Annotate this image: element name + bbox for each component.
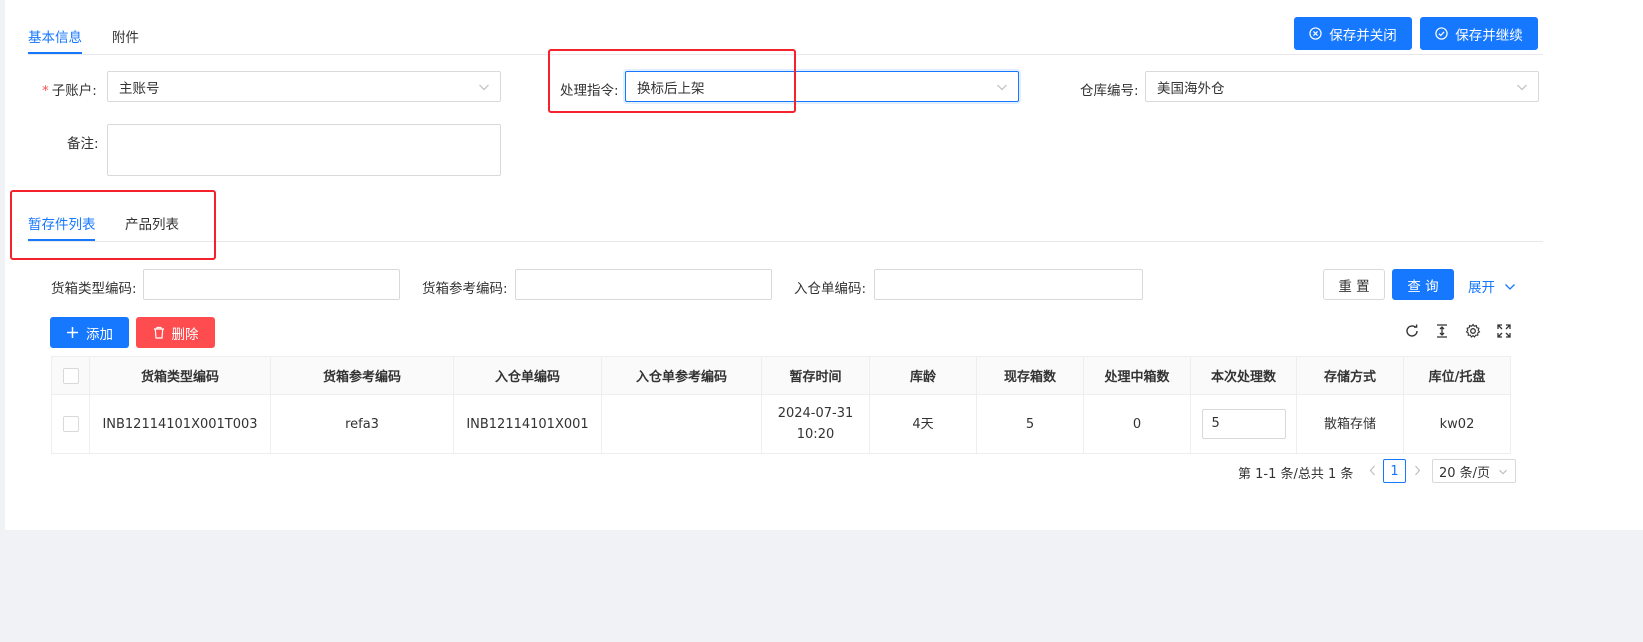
refresh-icon[interactable]: [1404, 323, 1420, 343]
column-header: 入仓单编码: [453, 356, 602, 395]
pagination-summary: 第 1-1 条/总共 1 条: [1238, 467, 1354, 482]
tab-product-list[interactable]: 产品列表: [125, 213, 179, 233]
add-button[interactable]: 添加: [50, 317, 129, 348]
table-header-row: 货箱类型编码 货箱参考编码 入仓单编码 入仓单参考编码 暂存时间 库龄 现存箱数…: [51, 356, 1511, 395]
sub-account-label: * 子账户:: [42, 83, 97, 99]
expand-label: 展开: [1468, 280, 1495, 296]
save-close-label: 保存并关闭: [1329, 27, 1397, 44]
expand-toggle[interactable]: 展开: [1468, 276, 1516, 296]
row-select-cell[interactable]: [51, 394, 90, 454]
add-label: 添加: [86, 326, 113, 343]
chevron-down-icon: [996, 81, 1008, 97]
chevron-down-icon: [1498, 466, 1508, 481]
box-type-code-cell: INB12114101X001T003: [89, 394, 271, 454]
table-row: INB12114101X001T003 refa3 INB12114101X00…: [51, 394, 1511, 454]
chevron-down-icon: [478, 81, 490, 97]
age-cell: 4天: [869, 394, 977, 454]
setting-icon[interactable]: [1465, 323, 1481, 343]
column-header: 暂存时间: [761, 356, 870, 395]
plus-icon: [66, 326, 79, 339]
main-panel: 基本信息 附件 保存并关闭 保存并继续 * 子账户: 主账号 处理指令: 换标后上…: [5, 0, 1643, 530]
inbound-ref-code-cell: [601, 394, 762, 454]
select-all-cell[interactable]: [51, 356, 90, 395]
close-circle-icon: [1309, 27, 1322, 40]
delete-button[interactable]: 删除: [136, 317, 215, 348]
save-close-button[interactable]: 保存并关闭: [1294, 17, 1412, 50]
remark-textarea[interactable]: [107, 124, 501, 176]
warehouse-select[interactable]: 美国海外仓: [1145, 71, 1539, 102]
staging-table: 货箱类型编码 货箱参考编码 入仓单编码 入仓单参考编码 暂存时间 库龄 现存箱数…: [51, 356, 1511, 454]
check-circle-icon: [1435, 27, 1448, 40]
box-type-code-input[interactable]: [143, 269, 400, 300]
select-all-checkbox[interactable]: [62, 367, 79, 384]
inbound-code-input[interactable]: [874, 269, 1143, 300]
remark-label: 备注:: [67, 136, 99, 152]
sub-account-select[interactable]: 主账号: [107, 71, 501, 102]
list-tab-divider: [28, 241, 1543, 242]
reset-button[interactable]: 重 置: [1323, 269, 1385, 300]
warehouse-label: 仓库编号:: [1080, 83, 1139, 99]
staging-date: 2024-07-31: [777, 406, 854, 421]
column-header: 本次处理数: [1190, 356, 1297, 395]
search-button[interactable]: 查 询: [1392, 269, 1454, 300]
box-ref-code-cell: refa3: [270, 394, 454, 454]
column-header: 库位/托盘: [1403, 356, 1511, 395]
inbound-code-cell: INB12114101X001: [453, 394, 602, 454]
page-size-select[interactable]: 20 条/页: [1432, 459, 1516, 483]
instruction-select[interactable]: 换标后上架: [625, 71, 1019, 102]
column-header: 库龄: [869, 356, 977, 395]
this-process-cell: 5: [1190, 394, 1297, 454]
column-height-icon[interactable]: [1434, 323, 1450, 343]
sub-account-value: 主账号: [119, 80, 160, 97]
location-cell: kw02: [1403, 394, 1511, 454]
staging-time-cell: 2024-07-31 10:20: [761, 394, 870, 454]
row-checkbox[interactable]: [62, 416, 79, 432]
delete-label: 删除: [171, 326, 199, 343]
instruction-label: 处理指令:: [560, 83, 619, 99]
this-process-input[interactable]: 5: [1201, 409, 1286, 439]
storage-cell: 散箱存储: [1296, 394, 1404, 454]
chevron-right-icon[interactable]: [1413, 465, 1422, 480]
chevron-down-icon: [1516, 81, 1528, 97]
trash-icon: [153, 326, 165, 339]
chevron-left-icon[interactable]: [1368, 465, 1377, 480]
box-type-code-label: 货箱类型编码:: [51, 281, 137, 297]
column-header: 现存箱数: [976, 356, 1084, 395]
tab-attachments[interactable]: 附件: [112, 26, 139, 46]
required-mark: *: [42, 83, 49, 99]
tab-divider: [28, 54, 1543, 55]
column-header: 入仓单参考编码: [601, 356, 762, 395]
processing-boxes-cell: 0: [1083, 394, 1191, 454]
inbound-code-label: 入仓单编码:: [794, 281, 867, 297]
save-continue-label: 保存并继续: [1455, 27, 1523, 44]
tab-staging-list[interactable]: 暂存件列表: [28, 213, 96, 233]
page-size-value: 20 条/页: [1439, 465, 1491, 481]
box-ref-code-label: 货箱参考编码:: [422, 281, 508, 297]
column-header: 货箱类型编码: [89, 356, 271, 395]
box-ref-code-input[interactable]: [515, 269, 772, 300]
column-header: 存储方式: [1296, 356, 1404, 395]
column-header: 处理中箱数: [1083, 356, 1191, 395]
instruction-value: 换标后上架: [637, 80, 705, 97]
fullscreen-icon[interactable]: [1496, 323, 1512, 343]
staging-clock: 10:20: [796, 427, 835, 442]
column-header: 货箱参考编码: [270, 356, 454, 395]
stock-boxes-cell: 5: [976, 394, 1084, 454]
chevron-down-icon: [1504, 280, 1516, 296]
save-continue-button[interactable]: 保存并继续: [1420, 17, 1538, 50]
warehouse-value: 美国海外仓: [1157, 80, 1225, 97]
tab-basic-info[interactable]: 基本信息: [28, 26, 82, 46]
page-button-current[interactable]: 1: [1383, 459, 1406, 483]
